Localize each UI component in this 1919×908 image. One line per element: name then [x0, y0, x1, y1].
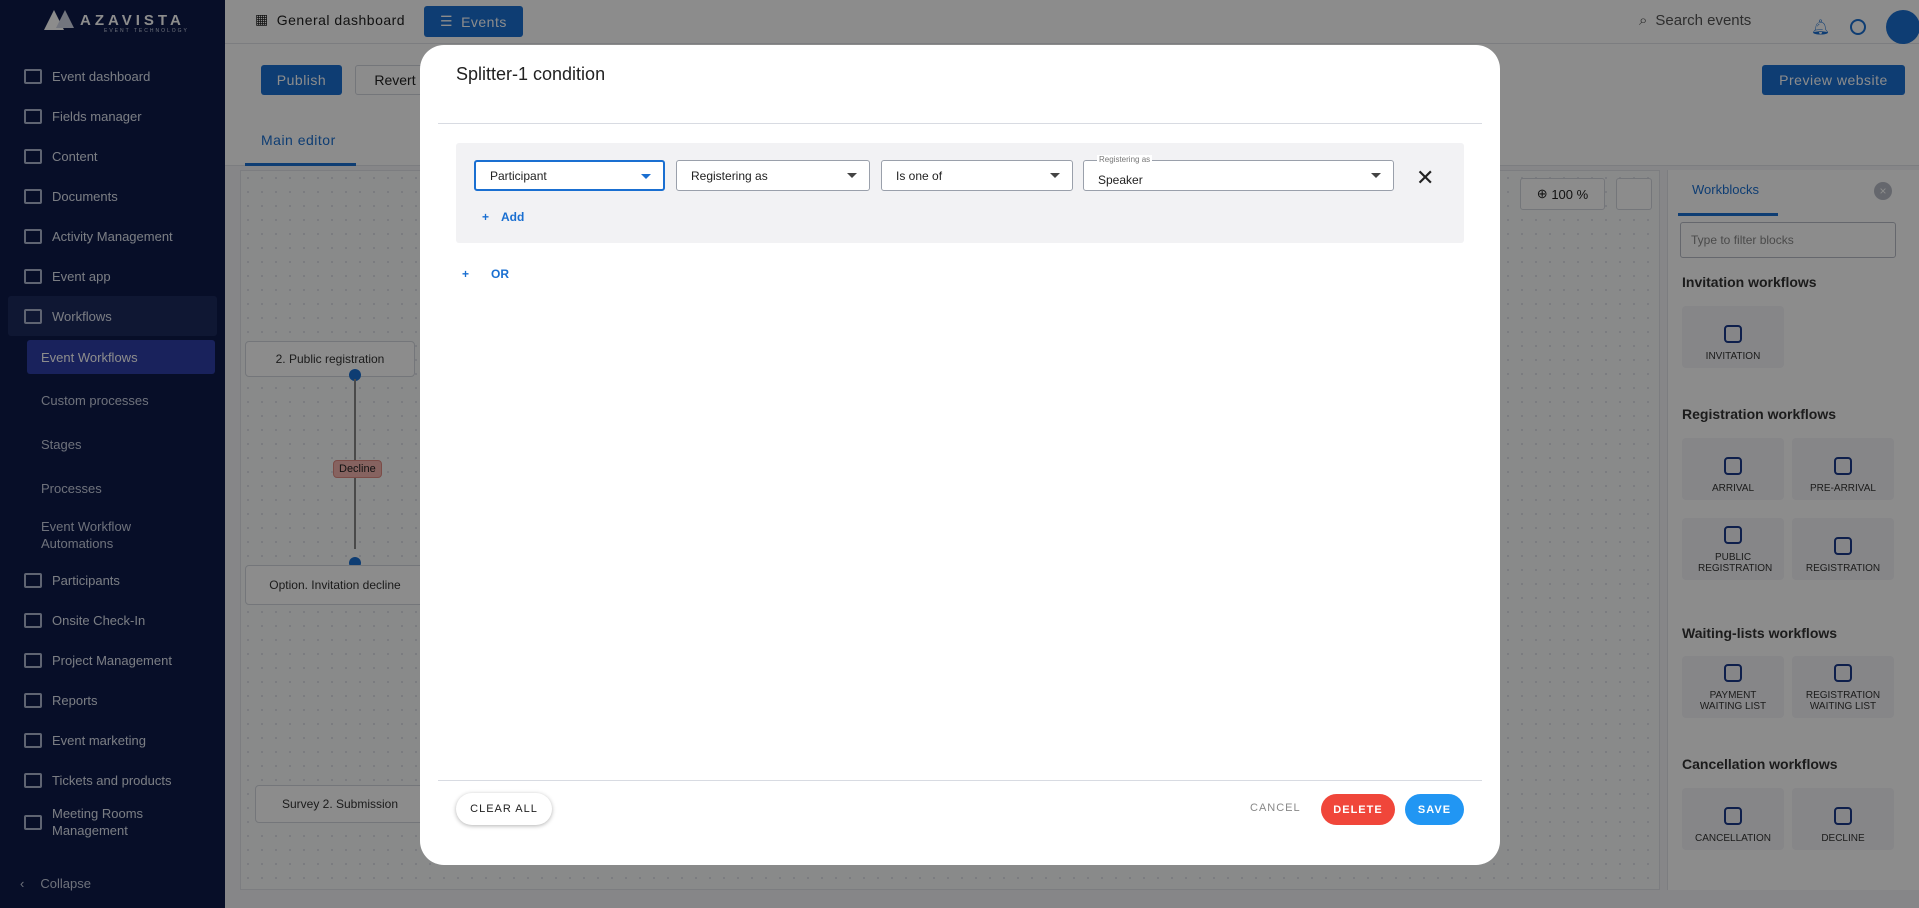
plus-icon: + [482, 210, 490, 224]
modal-title: Splitter-1 condition [456, 64, 606, 84]
field-select[interactable]: Registering as [676, 160, 870, 191]
plus-icon: + [462, 267, 470, 281]
add-condition-button[interactable]: + Add [482, 210, 524, 224]
divider [438, 780, 1482, 781]
clear-all-button[interactable]: CLEAR ALL [456, 793, 552, 825]
value-select[interactable]: Registering as Speaker [1083, 155, 1394, 191]
add-or-group-button[interactable]: + OR [462, 267, 509, 281]
chevron-down-icon [847, 173, 857, 178]
chevron-down-icon [1050, 173, 1060, 178]
cancel-button[interactable]: CANCEL [1250, 802, 1301, 814]
value-select-label: Registering as [1097, 155, 1153, 164]
condition-group: Participant Registering as Is one of Reg… [456, 143, 1464, 243]
chevron-down-icon [641, 174, 651, 179]
operator-select[interactable]: Is one of [881, 160, 1073, 191]
save-button[interactable]: SAVE [1405, 794, 1464, 825]
divider [438, 123, 1482, 124]
delete-button[interactable]: DELETE [1321, 794, 1395, 825]
subject-select[interactable]: Participant [474, 160, 665, 191]
chevron-down-icon [1371, 173, 1381, 178]
condition-modal: Splitter-1 condition Participant Registe… [420, 45, 1500, 865]
remove-condition-icon[interactable]: ✕ [1416, 165, 1434, 191]
